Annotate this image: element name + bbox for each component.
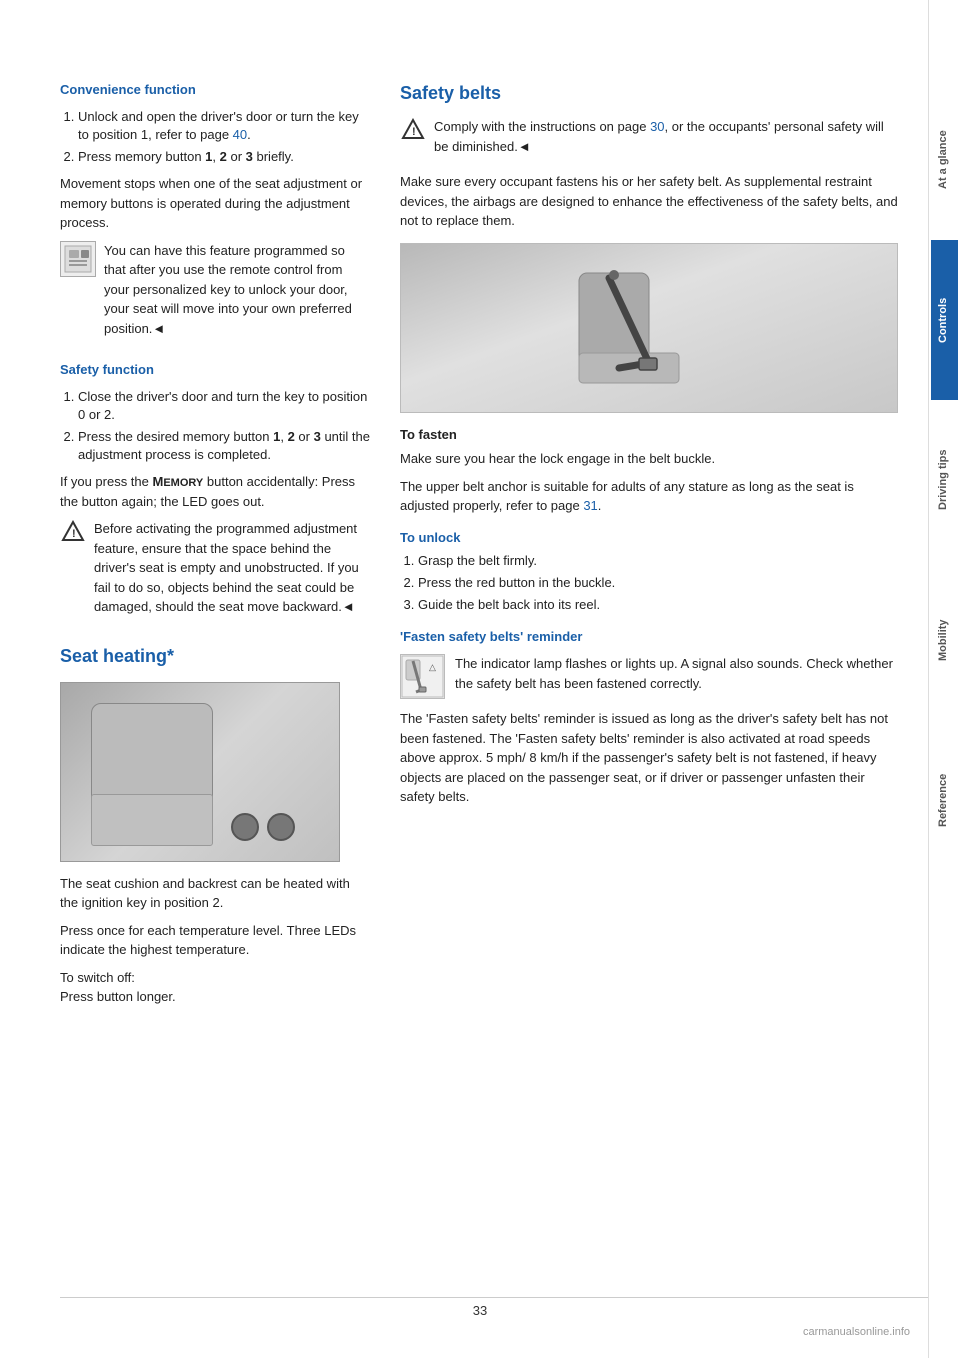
sidebar-label-reference: Reference	[937, 773, 949, 826]
safety-belt-image	[400, 243, 898, 413]
warning-triangle-icon: !	[60, 519, 86, 545]
to-unlock-step-2: Press the red button in the buckle.	[418, 574, 898, 592]
seat-heating-image	[60, 682, 340, 862]
safety-step-2: Press the desired memory button 1, 2 or …	[78, 428, 370, 464]
sidebar-label-mobility: Mobility	[937, 619, 949, 661]
warning-text: Before activating the programmed adjustm…	[94, 519, 370, 617]
to-unlock-step-1: Grasp the belt firmly.	[418, 552, 898, 570]
seat-heating-desc3: To switch off:Press button longer.	[60, 968, 370, 1007]
belt-svg	[549, 253, 749, 403]
reminder-icon: △	[400, 654, 445, 699]
to-fasten-heading: To fasten	[400, 425, 898, 445]
belt-image-inner	[401, 244, 897, 412]
sidebar: At a glance Controls Driving tips Mobili…	[928, 0, 960, 1358]
left-column: Convenience function Unlock and open the…	[60, 80, 370, 1318]
right-column: Safety belts ! Comply with the instructi…	[400, 80, 898, 1318]
sidebar-item-mobility[interactable]: Mobility	[931, 560, 958, 720]
safety-belts-warning-text: Comply with the instructions on page 30,…	[434, 117, 898, 156]
seat-heating-section: Seat heating* The seat cushion and backr…	[60, 643, 370, 1007]
seat-heating-desc2: Press once for each temperature level. T…	[60, 921, 370, 960]
reminder-heading: 'Fasten safety belts' reminder	[400, 627, 898, 647]
sidebar-label-at-a-glance: At a glance	[937, 131, 949, 190]
convenience-step-1: Unlock and open the driver's door or tur…	[78, 108, 370, 144]
safety-function-heading: Safety function	[60, 360, 370, 380]
note-icon	[60, 241, 96, 277]
heat-led-3	[133, 802, 141, 806]
page-link-30[interactable]: 30	[650, 119, 664, 134]
reminder-block: △ The indicator lamp flashes or lights u…	[400, 654, 898, 701]
warning-belt-icon: !	[400, 117, 426, 143]
sidebar-label-controls: Controls	[937, 297, 949, 342]
main-content: Convenience function Unlock and open the…	[0, 0, 928, 1358]
fasten-reminder-section: 'Fasten safety belts' reminder △	[400, 627, 898, 807]
reminder-icon-text: The indicator lamp flashes or lights up.…	[455, 654, 898, 693]
svg-text:!: !	[412, 126, 416, 138]
seat-heating-desc1: The seat cushion and backrest can be hea…	[60, 874, 370, 913]
to-unlock-list: Grasp the belt firmly. Press the red but…	[400, 552, 898, 615]
safety-belts-intro: Make sure every occupant fastens his or …	[400, 172, 898, 231]
svg-text:!: !	[72, 528, 76, 540]
to-unlock-section: To unlock Grasp the belt firmly. Press t…	[400, 528, 898, 615]
to-fasten-text1: Make sure you hear the lock engage in th…	[400, 449, 898, 469]
safety-steps-list: Close the driver's door and turn the key…	[60, 388, 370, 465]
sidebar-item-reference[interactable]: Reference	[931, 720, 958, 880]
safety-belts-section: Safety belts ! Comply with the instructi…	[400, 80, 898, 807]
page-divider-line	[60, 1297, 928, 1298]
heat-led-2	[122, 802, 130, 806]
safety-belts-warning: ! Comply with the instructions on page 3…	[400, 117, 898, 164]
safety-belts-heading: Safety belts	[400, 80, 898, 107]
heat-leds	[111, 802, 141, 806]
to-fasten-text2: The upper belt anchor is suitable for ad…	[400, 477, 898, 516]
sidebar-item-driving-tips[interactable]: Driving tips	[931, 400, 958, 560]
page-link-40[interactable]: 40	[233, 127, 247, 142]
heat-button-1[interactable]	[231, 813, 259, 841]
reminder-text1: The 'Fasten safety belts' reminder is is…	[400, 709, 898, 807]
page-link-31[interactable]: 31	[583, 498, 597, 513]
convenience-function-heading: Convenience function	[60, 80, 370, 100]
memory-warning: ! Before activating the programmed adjus…	[60, 519, 370, 625]
convenience-step-2: Press memory button 1, 2 or 3 briefly.	[78, 148, 370, 166]
seat-heating-heading: Seat heating*	[60, 643, 370, 670]
convenience-steps-list: Unlock and open the driver's door or tur…	[60, 108, 370, 167]
sidebar-item-at-a-glance[interactable]: At a glance	[931, 80, 958, 240]
sidebar-label-driving-tips: Driving tips	[937, 450, 949, 511]
note-text: You can have this feature programmed so …	[104, 241, 370, 339]
safety-function-section: Safety function Close the driver's door …	[60, 360, 370, 625]
heat-led-1	[111, 802, 119, 806]
movement-stop-text: Movement stops when one of the seat adju…	[60, 174, 370, 233]
memory-button-text: If you press the MEMORY button accidenta…	[60, 472, 370, 511]
convenience-function-section: Convenience function Unlock and open the…	[60, 80, 370, 346]
page-number: 33	[473, 1303, 487, 1318]
heat-button-2[interactable]	[267, 813, 295, 841]
safety-step-1: Close the driver's door and turn the key…	[78, 388, 370, 424]
page-container: Convenience function Unlock and open the…	[0, 0, 960, 1358]
to-unlock-heading: To unlock	[400, 528, 898, 548]
watermark: carmanualsonline.info	[803, 1326, 910, 1338]
heat-buttons	[231, 813, 295, 841]
convenience-note: You can have this feature programmed so …	[60, 241, 370, 347]
to-unlock-step-3: Guide the belt back into its reel.	[418, 596, 898, 614]
svg-text:△: △	[429, 662, 436, 672]
sidebar-item-controls[interactable]: Controls	[931, 240, 958, 400]
to-fasten-section: To fasten Make sure you hear the lock en…	[400, 425, 898, 516]
